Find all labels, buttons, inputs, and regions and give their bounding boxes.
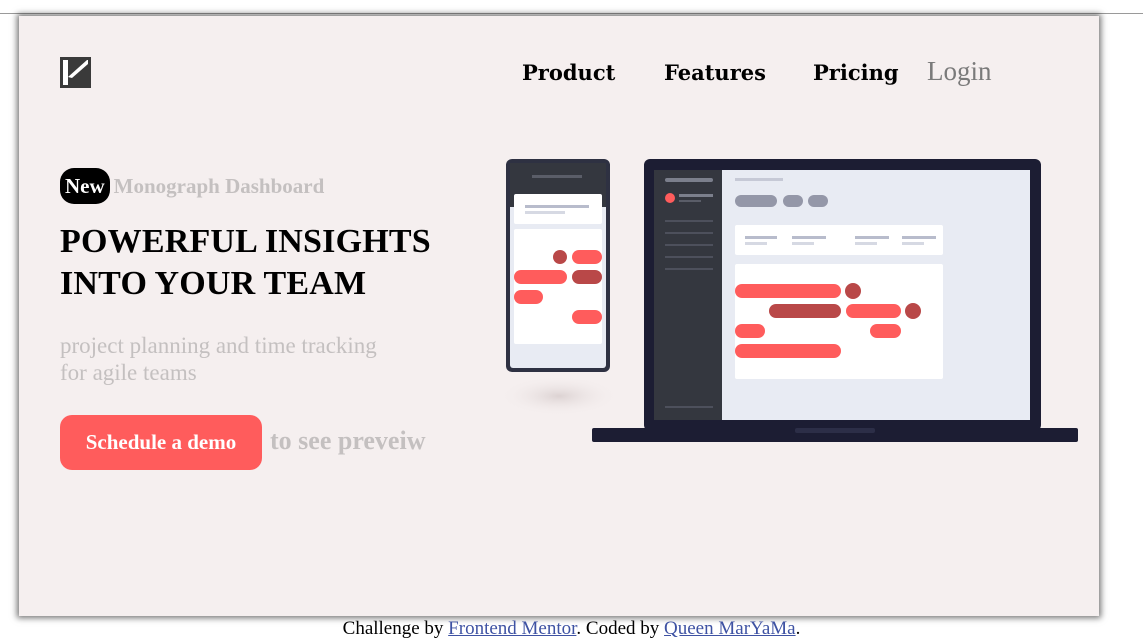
nav-features-link[interactable]: Features <box>664 60 766 85</box>
nav-product-link[interactable]: Product <box>522 60 615 85</box>
schedule-demo-button[interactable]: Schedule a demo <box>60 415 262 470</box>
hero-headline: POWERFUL INSIGHTS INTO YOUR TEAM <box>60 221 480 305</box>
footer-middle: . Coded by <box>576 618 660 639</box>
headline-line-2: INTO YOUR TEAM <box>60 265 367 302</box>
hero-card: Product Features Pricing Login New Monogr… <box>19 16 1099 616</box>
attribution-footer: Challenge by Frontend Mentor. Coded by Q… <box>0 617 1143 641</box>
footer-prefix: Challenge by <box>342 618 444 639</box>
nav-pricing-link[interactable]: Pricing <box>813 60 899 85</box>
cta-trailing-text: to see preveiw <box>270 426 426 455</box>
announcement-row: New Monograph Dashboard <box>60 168 324 204</box>
product-name: Monograph Dashboard <box>113 173 325 198</box>
top-divider <box>0 13 1143 14</box>
laptop-mockup <box>592 159 1078 442</box>
phone-mockup <box>506 159 610 372</box>
headline-line-1: POWERFUL INSIGHTS <box>60 223 431 260</box>
phone-shadow <box>499 376 619 416</box>
login-link[interactable]: Login <box>927 56 992 87</box>
frontend-mentor-link[interactable]: Frontend Mentor <box>448 618 576 639</box>
dashboard-devices-illustration <box>499 159 1078 442</box>
footer-suffix: . <box>795 618 801 639</box>
hero-subtitle: project planning and time tracking for a… <box>60 332 420 386</box>
new-badge: New <box>60 168 110 204</box>
subtitle-line-1: project planning and time tracking <box>60 333 377 358</box>
subtitle-line-2: for agile teams <box>60 360 197 385</box>
author-link[interactable]: Queen MarYaMa <box>664 618 796 639</box>
